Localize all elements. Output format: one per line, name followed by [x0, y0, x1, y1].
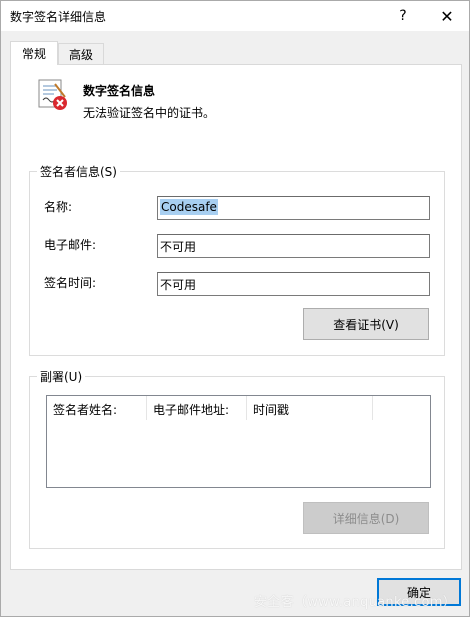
tab-general[interactable]: 常规 — [10, 41, 58, 65]
general-tab-panel: 数字签名信息 无法验证签名中的证书。 签名者信息(S) 名称: Codesafe… — [10, 64, 462, 570]
signer-info-group: 签名者信息(S) 名称: Codesafe 电子邮件: 不可用 签名时间: 不可… — [29, 163, 445, 356]
list-header: 签名者姓名: 电子邮件地址: 时间戳 — [47, 396, 430, 420]
tab-advanced[interactable]: 高级 — [58, 43, 104, 64]
countersignature-legend: 副署(U) — [37, 368, 86, 385]
dialog-window: 数字签名详细信息 ? ✕ 常规 高级 数字签名信息 无法验证签名中的证书。 签名… — [0, 0, 470, 617]
signing-time-value: 不可用 — [160, 278, 197, 292]
name-value: Codesafe — [160, 199, 218, 215]
email-label: 电子邮件: — [44, 238, 97, 252]
column-timestamp[interactable]: 时间戳 — [247, 396, 373, 420]
certificate-error-icon — [38, 79, 67, 110]
window-title: 数字签名详细信息 — [10, 10, 107, 24]
name-field[interactable]: Codesafe — [157, 196, 430, 220]
email-value: 不可用 — [160, 240, 197, 254]
signing-time-field[interactable]: 不可用 — [157, 272, 430, 296]
column-email-address[interactable]: 电子邮件地址: — [147, 396, 247, 420]
title-bar: 数字签名详细信息 ? ✕ — [1, 1, 469, 31]
view-certificate-button[interactable]: 查看证书(V) — [303, 308, 429, 340]
column-signer-name[interactable]: 签名者姓名: — [47, 396, 147, 420]
name-label: 名称: — [44, 200, 73, 214]
signature-info-title: 数字签名信息 — [83, 84, 156, 98]
help-button[interactable]: ? — [385, 1, 421, 31]
email-field[interactable]: 不可用 — [157, 234, 430, 258]
details-button[interactable]: 详细信息(D) — [303, 502, 429, 534]
verification-message: 无法验证签名中的证书。 — [83, 106, 216, 120]
countersignature-list[interactable]: 签名者姓名: 电子邮件地址: 时间戳 — [46, 395, 431, 488]
signing-time-label: 签名时间: — [44, 276, 97, 290]
countersignature-group: 副署(U) 签名者姓名: 电子邮件地址: 时间戳 详细信息(D) — [29, 368, 445, 549]
close-button[interactable]: ✕ — [429, 1, 465, 31]
signer-info-legend: 签名者信息(S) — [37, 163, 120, 180]
watermark: 安全客（www.anquanke.com） — [254, 595, 456, 610]
